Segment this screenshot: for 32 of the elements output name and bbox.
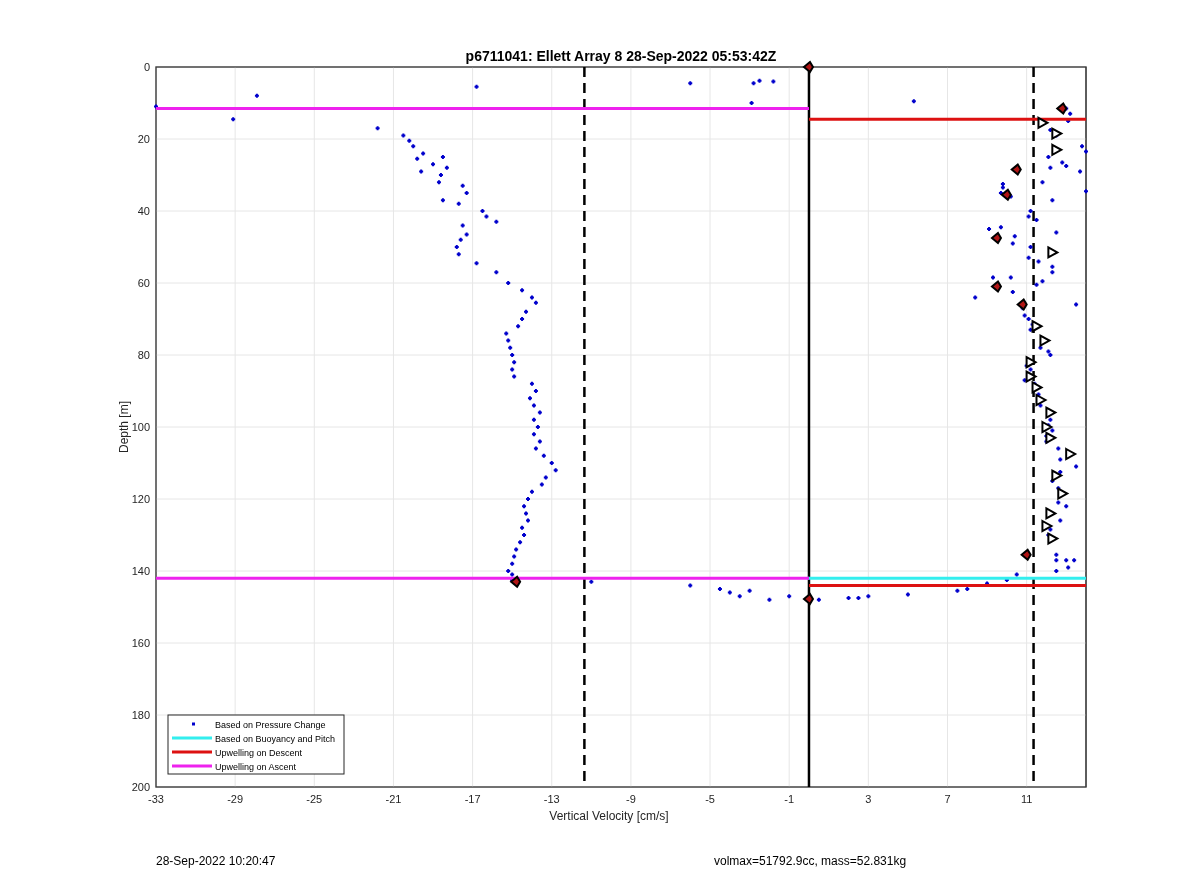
x-tick-label: -17	[464, 793, 481, 805]
info-text: volmax=51792.9cc, mass=52.831kg	[714, 853, 907, 870]
x-tick-label: -21	[385, 793, 402, 805]
y-tick-label: 160	[131, 637, 150, 649]
y-tick-label: 20	[137, 133, 150, 145]
x-tick-label: -33	[148, 793, 164, 805]
x-tick-label: -25	[306, 793, 323, 805]
y-tick-label: 100	[131, 421, 150, 433]
y-tick-label: 60	[137, 277, 150, 289]
x-axis-label: Vertical Velocity [cm/s]	[549, 809, 669, 823]
legend-label: Based on Buoyancy and Pitch	[215, 733, 336, 744]
legend-label: Based on Pressure Change	[215, 719, 326, 730]
x-tick-label: -9	[626, 793, 636, 805]
y-tick-label: 180	[131, 709, 150, 721]
timestamp-text: 28-Sep-2022 10:20:47	[156, 854, 276, 868]
x-tick-label: -29	[227, 793, 244, 805]
x-tick-label: 7	[944, 793, 951, 805]
y-axis-label: Depth [m]	[117, 401, 131, 453]
x-tick-label: -1	[784, 793, 795, 805]
x-tick-label: 11	[1020, 793, 1033, 805]
x-tick-label: 3	[865, 793, 872, 805]
y-tick-label: 80	[137, 349, 150, 361]
x-tick-label: -13	[543, 793, 560, 805]
legend-label: Upwelling on Ascent	[215, 761, 297, 772]
x-tick-label: -5	[705, 793, 715, 805]
y-tick-label: 120	[131, 493, 150, 505]
legend-label: Upwelling on Descent	[215, 747, 303, 758]
y-tick-label: 140	[131, 565, 150, 577]
y-tick-label: 40	[137, 205, 150, 217]
y-tick-label: 0	[143, 61, 150, 73]
chart-title: p6711041: Ellett Array 8 28-Sep-2022 05:53:42Z	[465, 48, 777, 64]
y-tick-label: 200	[131, 781, 150, 793]
